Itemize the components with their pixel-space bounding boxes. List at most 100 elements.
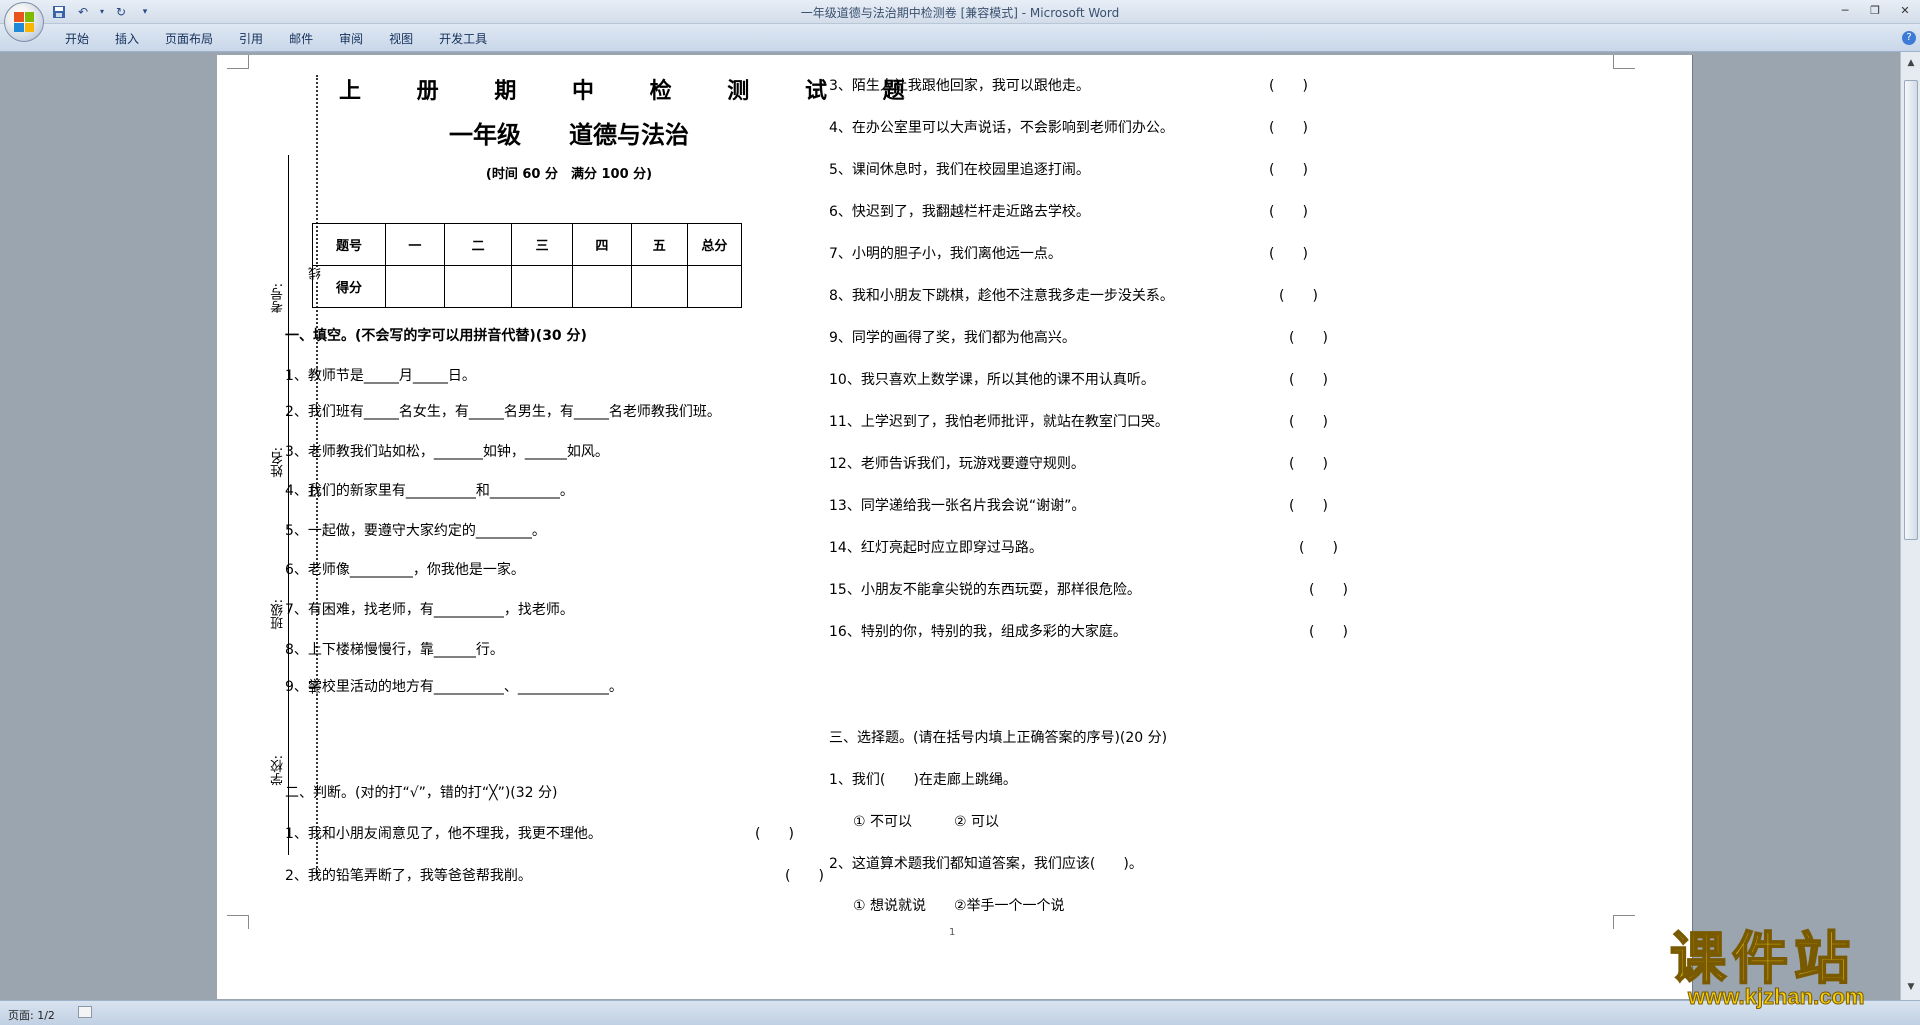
score-header-cell: 五 [630,223,688,266]
tab-home[interactable]: 开始 [52,30,102,47]
binding-label-exam-no: 考号: [271,283,286,314]
office-logo-icon [14,12,34,32]
window-controls: ─ ❐ ✕ [1830,0,1920,20]
close-icon[interactable]: ✕ [1890,0,1920,20]
score-cell[interactable] [511,265,573,308]
score-row-label: 得分 [312,265,386,308]
corner-mark-bottom-left [227,915,249,929]
answer-blank[interactable]: ( ) [1299,537,1338,557]
score-header-cell: 四 [571,223,632,266]
true-false-question: 9、同学的画得了奖，我们都为他高兴。 [829,330,1076,346]
answer-blank[interactable]: ( ) [1289,411,1328,431]
answer-blank[interactable]: ( ) [1269,117,1308,137]
exam-title: 上 册 期 中 检 测 试 题 [339,79,929,104]
status-bar: 页面: 1/2 [0,1000,1920,1025]
answer-blank[interactable]: ( ) [755,823,794,843]
help-icon[interactable]: ? [1902,31,1916,45]
office-button[interactable] [4,2,44,42]
true-false-question: 1、我和小朋友闹意见了，他不理我，我更不理他。 [285,826,602,842]
choice-options: ① 想说就说 ②举手一个一个说 [853,898,1065,914]
scroll-up-icon[interactable]: ▲ [1904,56,1918,70]
document-page[interactable]: 考号: 姓名: 班级: 学校: 线 订 装 上 册 期 中 检 测 试 题 一年… [217,55,1693,999]
tab-page-layout[interactable]: 页面布局 [152,30,226,47]
true-false-question: 3、陌生人让我跟他回家，我可以跟他走。 [829,78,1090,94]
true-false-question: 15、小朋友不能拿尖锐的东西玩耍，那样很危险。 [829,582,1141,598]
tab-references[interactable]: 引用 [226,30,276,47]
tab-view[interactable]: 视图 [376,30,426,47]
score-header-cell: 总分 [686,223,743,266]
score-header-cell: 一 [384,223,445,266]
binding-dotted-line [316,75,318,875]
answer-blank[interactable]: ( ) [1269,243,1308,263]
section2-heading: 二、判断。(对的打“√”，错的打“╳”)(32 分) [285,785,558,801]
answer-blank[interactable]: ( ) [785,865,824,885]
answer-blank[interactable]: ( ) [1309,579,1348,599]
score-cell[interactable] [571,265,632,308]
tab-developer[interactable]: 开发工具 [426,30,500,47]
document-area: 考号: 姓名: 班级: 学校: 线 订 装 上 册 期 中 检 测 试 题 一年… [0,52,1900,1000]
binding-label-school: 学校: [271,755,286,786]
vertical-scrollbar[interactable]: ▲ ▼ [1900,52,1920,1000]
score-header-cell: 三 [511,223,573,266]
true-false-question: 5、课间休息时，我们在校园里追逐打闹。 [829,162,1090,178]
true-false-question: 12、老师告诉我们，玩游戏要遵守规则。 [829,456,1085,472]
proofing-icon[interactable] [78,1006,92,1018]
score-cell[interactable] [686,265,743,308]
answer-blank[interactable]: ( ) [1289,495,1328,515]
answer-blank[interactable]: ( ) [1309,621,1348,641]
fill-blank-question: 6、老师像_________，你我他是一家。 [285,562,525,578]
answer-blank[interactable]: ( ) [1269,75,1308,95]
section3-heading: 三、选择题。(请在括号内填上正确答案的序号)(20 分) [829,730,1168,746]
watermark-url: www.kjzhan.com [1687,984,1865,1010]
ribbon-tabs: 开始 插入 页面布局 引用 邮件 审阅 视图 开发工具 [52,30,500,47]
true-false-question: 2、我的铅笔弄断了，我等爸爸帮我削。 [285,868,532,884]
fill-blank-question: 5、一起做，要遵守大家约定的________。 [285,523,546,539]
tab-mailings[interactable]: 邮件 [276,30,326,47]
answer-blank[interactable]: ( ) [1289,453,1328,473]
window-title: 一年级道德与法治期中检测卷 [兼容模式] - Microsoft Word [800,6,1120,20]
score-cell[interactable] [384,265,445,308]
score-header-cell: 二 [443,223,513,266]
true-false-question: 11、上学迟到了，我怕老师批评，就站在教室门口哭。 [829,414,1169,430]
answer-blank[interactable]: ( ) [1269,159,1308,179]
true-false-question: 8、我和小朋友下跳棋，趁他不注意我多走一步没关系。 [829,288,1174,304]
watermark-logo-text: 课件站 [1669,927,1856,992]
page-indicator[interactable]: 页面: 1/2 [8,1007,55,1023]
true-false-question: 7、小明的胆子小，我们离他远一点。 [829,246,1062,262]
minimize-icon[interactable]: ─ [1830,0,1860,20]
true-false-question: 6、快迟到了，我翻越栏杆走近路去学校。 [829,204,1090,220]
site-watermark: 课件站 www.kjzhan.com [1668,927,1900,1010]
tab-review[interactable]: 审阅 [326,30,376,47]
fill-blank-question: 7、有困难，找老师，有__________，找老师。 [285,602,574,618]
true-false-question: 14、红灯亮起时应立即穿过马路。 [829,540,1043,556]
answer-blank[interactable]: ( ) [1269,201,1308,221]
answer-blank[interactable]: ( ) [1279,285,1318,305]
fill-blank-question: 1、教师节是_____月_____日。 [285,368,476,384]
fill-blank-question: 9、学校里活动的地方有__________、_____________。 [285,679,623,695]
true-false-question: 16、特别的你，特别的我，组成多彩的大家庭。 [829,624,1127,640]
true-false-question: 4、在办公室里可以大声说话，不会影响到老师们办公。 [829,120,1174,136]
page-number: 1 [949,927,956,938]
exam-meta: (时间 60 分 满分 100 分) [485,167,653,182]
title-bar: ↶ ▾ ↻ ▾ 一年级道德与法治期中检测卷 [兼容模式] - Microsoft… [0,0,1920,24]
choice-question: 2、这道算术题我们都知道答案，我们应该( )。 [829,856,1143,872]
choice-options: ① 不可以 ② 可以 [853,814,1000,830]
fill-blank-question: 8、上下楼梯慢慢行，靠______行。 [285,642,504,658]
score-header-cell: 题号 [312,223,386,266]
score-table: 题号 一 二 三 四 五 总分 得分 [312,223,743,308]
score-cell[interactable] [443,265,513,308]
answer-blank[interactable]: ( ) [1289,369,1328,389]
scroll-down-icon[interactable]: ▼ [1904,980,1918,994]
corner-mark-top-left [227,55,249,69]
score-cell[interactable] [630,265,688,308]
true-false-question: 13、同学递给我一张名片我会说“谢谢”。 [829,498,1086,514]
corner-mark-bottom-right [1613,915,1635,929]
restore-icon[interactable]: ❐ [1860,0,1890,20]
tab-insert[interactable]: 插入 [102,30,152,47]
fill-blank-question: 3、老师教我们站如松，_______如钟，______如风。 [285,444,609,460]
scrollbar-thumb[interactable] [1904,80,1918,540]
fill-blank-question: 4、我们的新家里有__________和__________。 [285,483,574,499]
fill-blank-question: 2、我们班有_____名女生，有_____名男生，有_____名老师教我们班。 [285,404,721,420]
answer-blank[interactable]: ( ) [1289,327,1328,347]
ribbon: 开始 插入 页面布局 引用 邮件 审阅 视图 开发工具 ? [0,24,1920,52]
